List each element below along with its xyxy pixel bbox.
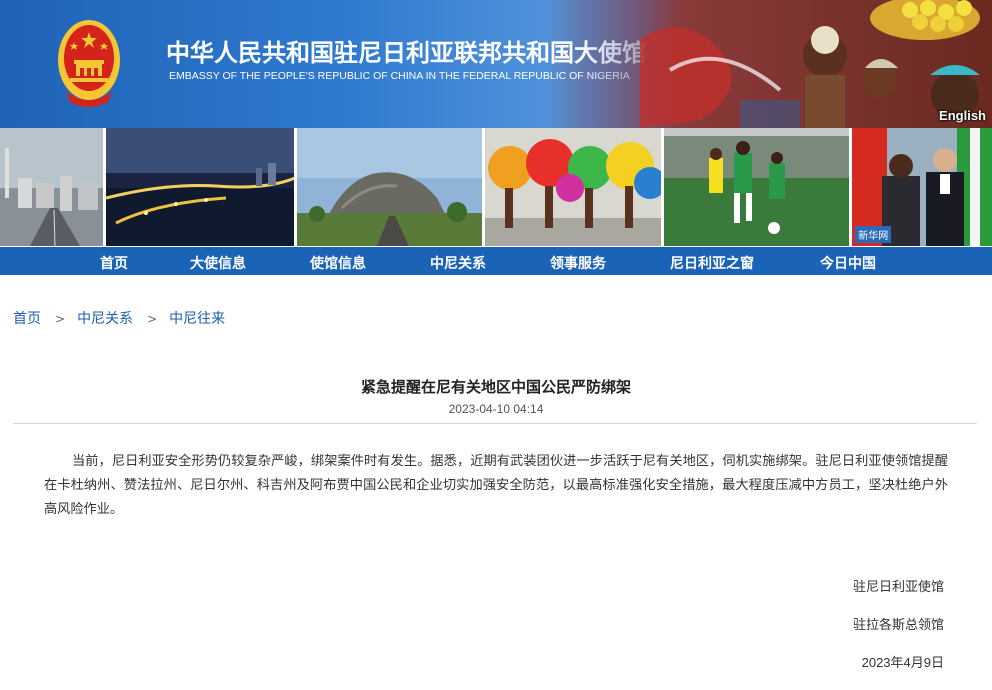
site-title-english: EMBASSY OF THE PEOPLE'S REPUBLIC OF CHIN… [169, 70, 630, 82]
breadcrumb-home[interactable]: 首页 [13, 311, 41, 327]
photo-strip: 新华网 [0, 128, 992, 246]
divider [13, 423, 977, 424]
signature-consulate: 驻拉各斯总领馆 [852, 618, 944, 633]
article-title: 紧急提醒在尼有关地区中国公民严防绑架 [360, 378, 631, 396]
english-language-link[interactable]: English [939, 108, 986, 123]
xinhua-badge: 新华网 [855, 226, 892, 243]
banner-collage-image [580, 0, 992, 128]
nav-item-china-today[interactable]: 今日中国 [820, 253, 876, 273]
nav-item-embassy-info[interactable]: 使馆信息 [310, 253, 366, 273]
breadcrumb-separator: > [147, 312, 158, 326]
nav-item-china-nigeria-relations[interactable]: 中尼关系 [430, 253, 486, 273]
photo-leaders-handshake: 新华网 [852, 128, 992, 246]
signature-embassy: 驻尼日利亚使馆 [852, 580, 944, 595]
breadcrumb-exchanges[interactable]: 中尼往来 [169, 311, 225, 327]
nav-item-nigeria-window[interactable]: 尼日利亚之窗 [670, 253, 754, 273]
photo-carnival-dancers [485, 128, 661, 246]
breadcrumb-separator: > [55, 312, 66, 326]
breadcrumb-relations[interactable]: 中尼关系 [77, 311, 133, 327]
nav-item-ambassador[interactable]: 大使信息 [190, 253, 246, 273]
photo-lagos-bridge-night [105, 128, 295, 246]
signature-date: 2023年4月9日 [861, 655, 944, 670]
article-body: 当前，尼日利亚安全形势仍较复杂严峻，绑架案件时有发生。据悉，近期有武装团伙进一步… [44, 454, 948, 517]
header-banner: 中华人民共和国驻尼日利亚联邦共和国大使馆 EMBASSY OF THE PEOP… [0, 0, 992, 128]
breadcrumb: 首页 > 中尼关系 > 中尼往来 [13, 308, 225, 328]
site-title-chinese: 中华人民共和国驻尼日利亚联邦共和国大使馆 [166, 39, 646, 67]
nav-item-consular-services[interactable]: 领事服务 [550, 253, 606, 273]
photo-football-match [663, 128, 850, 246]
photo-zuma-rock [297, 128, 483, 246]
photo-abuja-city [0, 128, 103, 246]
national-emblem-icon [58, 20, 120, 107]
article-date: 2023-04-10 04:14 [448, 402, 544, 416]
nav-item-home[interactable]: 首页 [100, 253, 128, 273]
